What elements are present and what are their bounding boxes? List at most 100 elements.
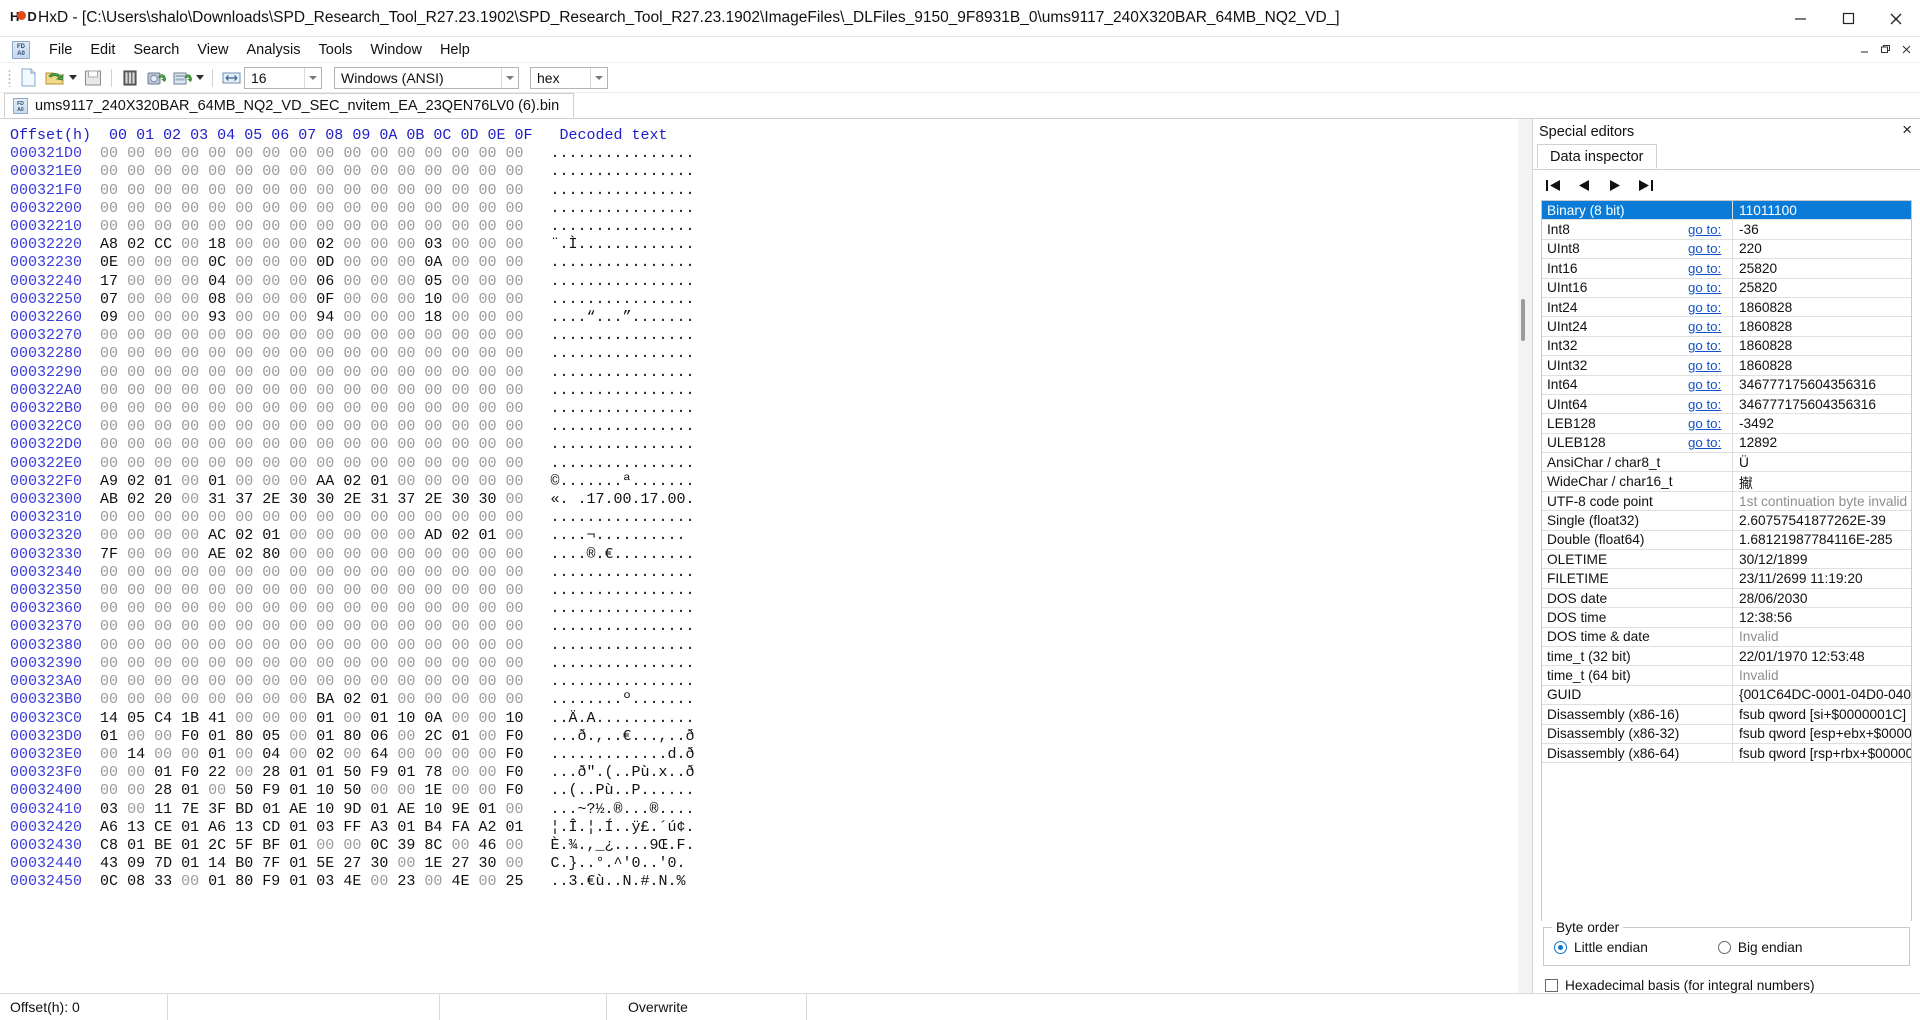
hex-byte[interactable]: 00 xyxy=(343,655,361,672)
hex-byte[interactable]: 00 xyxy=(478,673,496,690)
hex-row-text[interactable]: ¦.Î.¦.Í..ÿ£.´ú¢. xyxy=(551,819,695,836)
maximize-button[interactable] xyxy=(1824,0,1872,37)
hex-byte[interactable]: 30 xyxy=(478,491,496,508)
hex-byte[interactable]: 00 xyxy=(451,182,469,199)
inspector-row[interactable]: GUID {001C64DC-0001-04D0-0400-4FF6F xyxy=(1542,685,1911,706)
first-icon[interactable] xyxy=(1545,178,1562,193)
hex-byte[interactable]: 00 xyxy=(424,163,442,180)
inspector-row-value[interactable]: Invalid xyxy=(1732,666,1911,685)
hex-byte[interactable]: 00 xyxy=(478,600,496,617)
hex-row[interactable]: 00032440 43 09 7D 01 14 B0 7F 01 5E 27 3… xyxy=(10,855,1532,873)
bytes-per-row-icon[interactable] xyxy=(218,66,244,90)
hex-byte[interactable]: 00 xyxy=(506,637,524,654)
hex-byte[interactable]: 00 xyxy=(451,291,469,308)
hex-byte[interactable]: 00 xyxy=(424,564,442,581)
hex-byte[interactable]: 00 xyxy=(289,710,307,727)
hex-byte[interactable]: 00 xyxy=(397,527,415,544)
hex-row-text[interactable]: ................ xyxy=(551,254,695,271)
hex-byte[interactable]: 00 xyxy=(181,309,199,326)
hex-byte[interactable]: 00 xyxy=(181,254,199,271)
hex-byte[interactable]: 00 xyxy=(506,182,524,199)
hex-byte[interactable]: 00 xyxy=(154,655,172,672)
hex-byte[interactable]: 02 xyxy=(316,746,334,763)
open-file-icon[interactable] xyxy=(42,66,68,90)
hex-byte[interactable]: 01 xyxy=(478,527,496,544)
hex-byte[interactable]: 00 xyxy=(506,436,524,453)
hex-byte[interactable]: AC xyxy=(208,527,226,544)
hex-byte[interactable]: 10 xyxy=(506,710,524,727)
hex-byte[interactable]: 00 xyxy=(397,564,415,581)
hex-row-text[interactable]: ................ xyxy=(551,509,695,526)
hex-byte[interactable]: 00 xyxy=(343,364,361,381)
hex-byte[interactable]: 00 xyxy=(262,436,280,453)
hex-byte[interactable]: 10 xyxy=(316,801,334,818)
radio-big-endian[interactable]: Big endian xyxy=(1717,940,1803,955)
hex-byte[interactable]: 5F xyxy=(235,837,253,854)
hex-byte[interactable]: 8C xyxy=(424,837,442,854)
hex-byte[interactable]: 00 xyxy=(262,163,280,180)
hex-byte[interactable]: 02 xyxy=(343,691,361,708)
hex-byte[interactable]: 00 xyxy=(289,364,307,381)
hex-byte[interactable]: 00 xyxy=(235,509,253,526)
hex-byte[interactable]: 00 xyxy=(506,582,524,599)
inspector-goto-link[interactable]: go to: xyxy=(1688,416,1732,431)
hex-byte[interactable]: 00 xyxy=(506,527,524,544)
hex-byte[interactable]: 00 xyxy=(127,618,145,635)
hex-byte[interactable]: 00 xyxy=(289,564,307,581)
inspector-row[interactable]: UInt64 go to: 346777175604356316 xyxy=(1542,394,1911,415)
hex-byte[interactable]: 00 xyxy=(154,345,172,362)
next-icon[interactable] xyxy=(1607,178,1622,193)
hex-byte[interactable]: 00 xyxy=(370,618,388,635)
hex-byte[interactable]: 00 xyxy=(208,691,226,708)
mdi-minimize-button[interactable] xyxy=(1855,40,1874,59)
radio-little-endian[interactable]: Little endian xyxy=(1554,940,1648,955)
hex-byte[interactable]: 00 xyxy=(424,873,442,890)
hex-byte[interactable]: 00 xyxy=(506,309,524,326)
hex-byte[interactable]: 30 xyxy=(316,491,334,508)
hex-byte[interactable]: AA xyxy=(316,473,334,490)
hex-row-text[interactable]: ................ xyxy=(551,564,695,581)
hex-byte[interactable]: 1E xyxy=(424,782,442,799)
hex-byte[interactable]: 00 xyxy=(343,746,361,763)
hex-byte[interactable]: 00 xyxy=(154,182,172,199)
hex-byte[interactable]: 00 xyxy=(506,801,524,818)
hex-byte[interactable]: 00 xyxy=(208,364,226,381)
hex-byte[interactable]: 43 xyxy=(100,855,118,872)
hex-byte[interactable]: 7F xyxy=(100,546,118,563)
inspector-row[interactable]: Int32 go to: 1860828 xyxy=(1542,336,1911,357)
hex-byte[interactable]: 00 xyxy=(181,491,199,508)
hex-byte[interactable]: 00 xyxy=(154,309,172,326)
hex-byte[interactable]: 01 xyxy=(154,764,172,781)
hex-byte[interactable]: 01 xyxy=(370,473,388,490)
hex-byte[interactable]: 02 xyxy=(235,546,253,563)
hex-byte[interactable]: 7D xyxy=(154,855,172,872)
hex-byte[interactable]: 00 xyxy=(424,637,442,654)
hex-byte[interactable]: 00 xyxy=(154,382,172,399)
hex-byte[interactable]: 00 xyxy=(397,145,415,162)
bytes-per-row-combo[interactable]: 16 xyxy=(244,66,322,89)
hex-byte[interactable]: BA xyxy=(316,691,334,708)
hex-byte[interactable]: AE xyxy=(397,801,415,818)
hex-byte[interactable]: BF xyxy=(262,837,280,854)
hex-row-text[interactable]: ...~?½.®...®.... xyxy=(551,801,695,818)
hex-byte[interactable]: 00 xyxy=(208,564,226,581)
hex-byte[interactable]: 00 xyxy=(262,509,280,526)
hex-byte[interactable]: 00 xyxy=(262,455,280,472)
hex-byte[interactable]: CE xyxy=(154,819,172,836)
hex-byte[interactable]: 00 xyxy=(235,345,253,362)
hex-byte[interactable]: 00 xyxy=(100,509,118,526)
hex-byte[interactable]: 00 xyxy=(316,327,334,344)
inspector-row[interactable]: AnsiChar / char8_t Ü xyxy=(1542,453,1911,473)
hex-byte[interactable]: 5E xyxy=(316,855,334,872)
hex-byte[interactable]: 00 xyxy=(370,455,388,472)
hex-byte[interactable]: C8 xyxy=(100,837,118,854)
hex-byte[interactable]: 01 xyxy=(397,819,415,836)
hex-row-text[interactable]: ................ xyxy=(551,600,695,617)
hex-byte[interactable]: 00 xyxy=(370,582,388,599)
hex-byte[interactable]: 01 xyxy=(451,728,469,745)
hex-byte[interactable]: 00 xyxy=(235,582,253,599)
hex-byte[interactable]: 05 xyxy=(424,273,442,290)
hex-row-text[interactable]: ................ xyxy=(551,673,695,690)
hex-byte[interactable]: AD xyxy=(424,527,442,544)
hex-byte[interactable]: 01 xyxy=(208,473,226,490)
